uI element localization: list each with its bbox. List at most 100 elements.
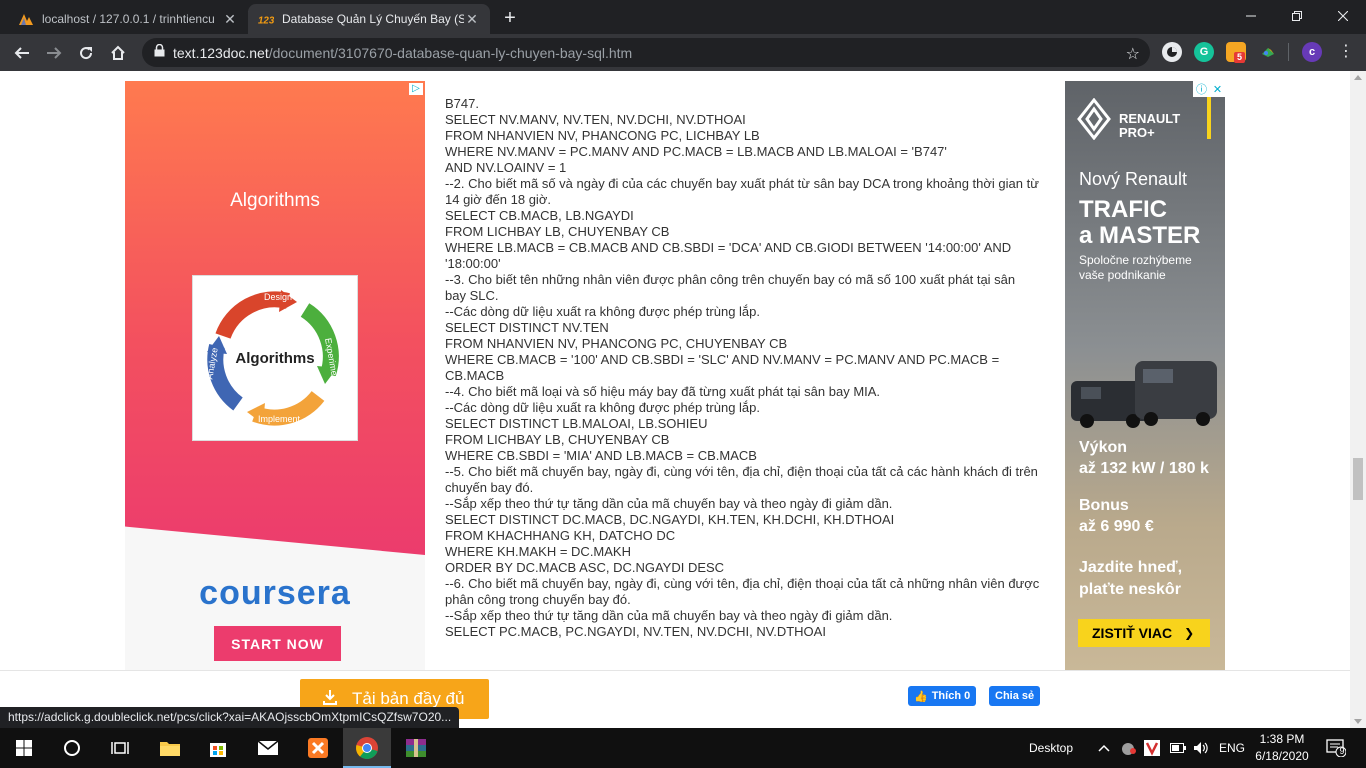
diagram-center-label: Algorithms bbox=[235, 350, 314, 367]
mail-icon bbox=[257, 740, 279, 755]
reload-button[interactable] bbox=[72, 39, 100, 67]
start-now-button[interactable]: START NOW bbox=[214, 626, 341, 661]
grammarly-icon[interactable]: G bbox=[1194, 42, 1214, 62]
extension-colors-icon[interactable] bbox=[1258, 42, 1278, 62]
back-button[interactable] bbox=[8, 39, 36, 67]
xampp-icon bbox=[308, 738, 328, 758]
link-status-bar: https://adclick.g.doubleclick.net/pcs/cl… bbox=[0, 707, 460, 728]
minimize-button[interactable] bbox=[1228, 0, 1274, 32]
download-label: Tải bản đầy đủ bbox=[352, 689, 465, 708]
winrar-taskbar[interactable] bbox=[392, 728, 440, 768]
download-icon bbox=[322, 689, 338, 709]
vans-image bbox=[1071, 351, 1221, 431]
like-label: Thích 0 bbox=[931, 690, 971, 702]
url-host: text.123doc.net bbox=[173, 44, 269, 61]
windows-taskbar: Desktop ENG 1:38 PM 6/18/2020 9 bbox=[0, 728, 1366, 768]
profile-initial: c bbox=[1308, 46, 1316, 58]
language-indicator[interactable]: ENG bbox=[1219, 728, 1245, 768]
renault-ad[interactable]: ⓘ ✕ RENAULT PRO+ Nový Renault TRAFIC a MA… bbox=[1065, 81, 1225, 671]
profile-avatar[interactable]: c bbox=[1302, 42, 1322, 62]
new-tab-button[interactable]: + bbox=[498, 6, 522, 30]
ad-tagline: Jazdite hneď, plaťte neskôr bbox=[1079, 559, 1183, 598]
thumbs-up-icon: 👍 bbox=[914, 690, 928, 703]
tab-123doc[interactable]: 123 Database Quản Lý Chuyến Bay (S ✕ bbox=[248, 4, 490, 34]
cta-label: ZISTIŤ VIAC bbox=[1092, 625, 1173, 641]
document-line: FROM KHACHHANG KH, DATCHO DC bbox=[445, 528, 676, 543]
adchoices-icon[interactable]: ▷ bbox=[409, 83, 423, 95]
bookmark-star-icon[interactable]: ☆ bbox=[1126, 44, 1140, 64]
share-label: Chia sẻ bbox=[995, 690, 1035, 702]
notifications-icon[interactable]: 9 bbox=[1326, 728, 1346, 768]
diagram-step-label: Design bbox=[264, 292, 292, 302]
chrome-menu-icon[interactable]: ⋮ bbox=[1336, 42, 1356, 62]
scroll-down-arrow-icon[interactable] bbox=[1354, 719, 1362, 724]
document-line: SELECT DISTINCT NV.TEN bbox=[445, 320, 609, 335]
document-line: ORDER BY DC.MACB ASC, DC.NGAYDI DESC bbox=[445, 560, 725, 575]
facebook-like-button[interactable]: 👍 Thích 0 bbox=[908, 686, 977, 706]
chrome-taskbar[interactable] bbox=[343, 728, 391, 768]
ad-close-icon[interactable]: ✕ bbox=[1213, 83, 1222, 96]
close-window-button[interactable] bbox=[1320, 0, 1366, 32]
brand-line-2: PRO+ bbox=[1119, 125, 1155, 140]
tab-close-icon[interactable]: ✕ bbox=[464, 11, 480, 27]
tab-title: Database Quản Lý Chuyến Bay (S bbox=[282, 12, 464, 26]
extension-circle-icon[interactable] bbox=[1162, 42, 1182, 62]
tray-v-icon[interactable] bbox=[1144, 728, 1160, 768]
tray-app-icon[interactable] bbox=[1120, 728, 1138, 768]
file-explorer-taskbar[interactable] bbox=[146, 728, 194, 768]
url-path: /document/3107670-database-quan-ly-chuye… bbox=[268, 44, 633, 61]
document-line: FROM LICHBAY LB, CHUYENBAY CB bbox=[445, 224, 670, 239]
document-line: --4. Cho biết mã loại và số hiệu máy bay… bbox=[445, 384, 881, 399]
algorithms-cycle-image: Algorithms Design Experiment Implement A… bbox=[192, 275, 358, 441]
volume-icon[interactable] bbox=[1193, 728, 1209, 768]
task-view-button[interactable] bbox=[96, 728, 144, 768]
ad-close-controls[interactable]: ⓘ ✕ bbox=[1193, 81, 1225, 97]
ad-line-2: TRAFIC bbox=[1079, 196, 1167, 223]
home-button[interactable] bbox=[104, 39, 132, 67]
search-circle-icon bbox=[64, 740, 80, 756]
ad-subline: Spoločne rozhýbeme vaše podnikanie bbox=[1079, 253, 1192, 282]
search-button[interactable] bbox=[48, 728, 96, 768]
adinfo-icon[interactable]: ⓘ bbox=[1196, 81, 1207, 97]
tab-close-icon[interactable]: ✕ bbox=[222, 11, 238, 27]
store-taskbar[interactable] bbox=[194, 728, 242, 768]
chrome-icon bbox=[356, 737, 378, 759]
document-line: --Các dòng dữ liệu xuất ra không được ph… bbox=[445, 400, 761, 415]
start-button[interactable] bbox=[0, 728, 48, 768]
scroll-thumb[interactable] bbox=[1353, 458, 1363, 500]
address-bar[interactable]: text.123doc.net/document/3107670-databas… bbox=[142, 38, 1150, 67]
chevron-right-icon: ❯ bbox=[1184, 626, 1195, 640]
document-line: --Các dòng dữ liệu xuất ra không được ph… bbox=[445, 304, 761, 319]
show-hidden-icons-chevron-icon[interactable] bbox=[1098, 728, 1110, 768]
spec1-value: až 132 kW / 180 k bbox=[1079, 460, 1209, 477]
ad-line-1: Nový Renault bbox=[1079, 169, 1188, 189]
xampp-taskbar[interactable] bbox=[294, 728, 342, 768]
store-bag-icon bbox=[210, 743, 226, 757]
task-view-icon bbox=[111, 742, 129, 754]
document-line: WHERE NV.MANV = PC.MANV AND PC.MACB = LB… bbox=[445, 144, 947, 159]
mail-taskbar[interactable] bbox=[244, 728, 292, 768]
document-line: SELECT DISTINCT LB.MALOAI, LB.SOHIEU bbox=[445, 416, 708, 431]
coursera-ad[interactable]: ▷ Algorithms Algorithms Design Experimen… bbox=[125, 81, 425, 671]
desktop-toolbar-label[interactable]: Desktop bbox=[1029, 728, 1073, 768]
tab-strip: localhost / 127.0.0.1 / trinhtiencu ✕ 12… bbox=[0, 0, 1366, 34]
tab-phpmyadmin[interactable]: localhost / 127.0.0.1 / trinhtiencu ✕ bbox=[8, 4, 248, 34]
page-scrollbar[interactable] bbox=[1350, 71, 1366, 728]
document-line: FROM LICHBAY LB, CHUYENBAY CB bbox=[445, 432, 670, 447]
svg-text:123: 123 bbox=[258, 15, 274, 25]
winrar-books-icon bbox=[406, 739, 426, 757]
document-line: SELECT NV.MANV, NV.TEN, NV.DCHI, NV.DTHO… bbox=[445, 112, 746, 127]
diagram-step-label: Implement bbox=[258, 414, 301, 424]
renault-brand: RENAULT PRO+ bbox=[1119, 112, 1180, 140]
document-line: WHERE CB.SBDI = 'MIA' AND LB.MACB = CB.M… bbox=[445, 448, 757, 463]
scroll-up-arrow-icon[interactable] bbox=[1354, 75, 1362, 80]
system-clock[interactable]: 1:38 PM 6/18/2020 bbox=[1248, 731, 1316, 765]
extension-shield-icon[interactable]: 5 bbox=[1226, 42, 1246, 63]
battery-icon[interactable] bbox=[1170, 728, 1186, 768]
forward-button[interactable] bbox=[40, 39, 68, 67]
facebook-share-button[interactable]: Chia sẻ bbox=[989, 686, 1041, 706]
document-line: SELECT DISTINCT DC.MACB, DC.NGAYDI, KH.T… bbox=[445, 512, 895, 527]
toolbar-divider bbox=[1288, 43, 1289, 61]
zistit-viac-button[interactable]: ZISTIŤ VIAC ❯ bbox=[1078, 619, 1210, 647]
restore-button[interactable] bbox=[1274, 0, 1320, 32]
